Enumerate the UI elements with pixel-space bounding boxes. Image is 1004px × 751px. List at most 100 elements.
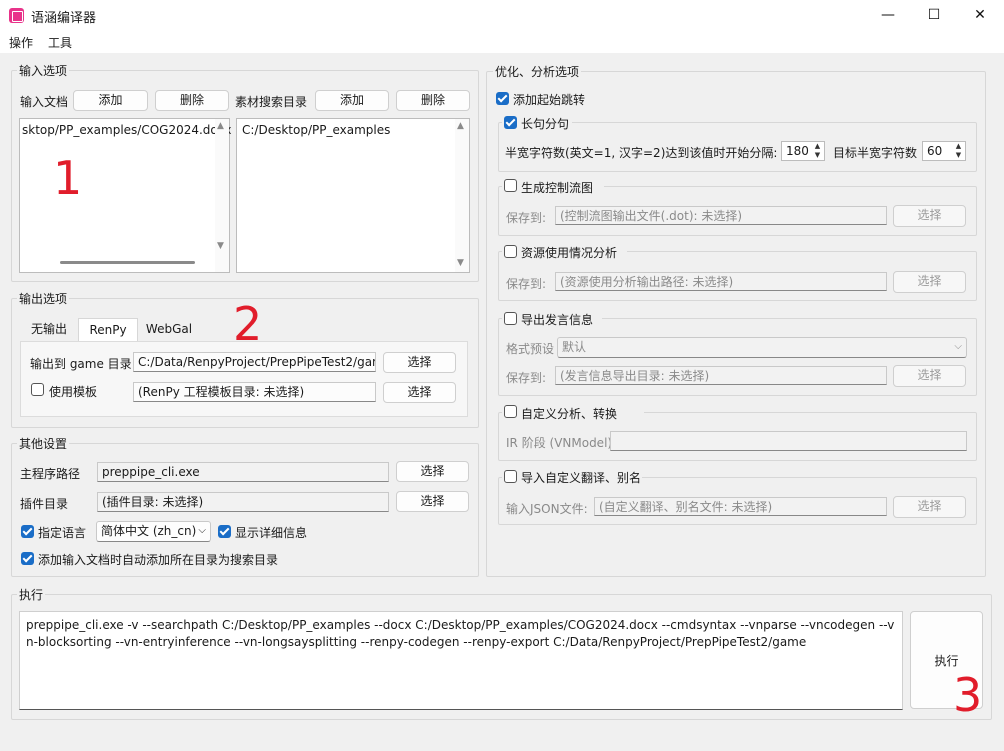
choose-plugin-dir-button[interactable]: 选择 — [396, 491, 469, 512]
plugin-dir-label: 插件目录 — [20, 497, 69, 511]
choose-cfg-button[interactable]: 选择 — [893, 205, 966, 227]
long-split-label: 长句分句 — [521, 117, 570, 131]
specify-language-checkbox[interactable] — [21, 525, 34, 538]
main-path-field[interactable]: preppipe_cli.exe — [97, 462, 389, 482]
plugin-dir-field[interactable]: (插件目录: 未选择) — [97, 492, 389, 512]
annotation-1: 1 — [53, 151, 83, 205]
remove-doc-button[interactable]: 删除 — [155, 90, 229, 111]
resource-checkbox[interactable] — [504, 245, 517, 258]
speech-save-label: 保存到: — [506, 371, 547, 385]
format-preset-label: 格式预设 — [506, 342, 555, 356]
cfg-output-field[interactable]: (控制流图输出文件(.dot): 未选择) — [555, 206, 887, 225]
format-preset-select[interactable]: 默认 ⌵ — [557, 337, 967, 358]
specify-language-label: 指定语言 — [38, 526, 87, 540]
add-search-dir-button[interactable]: 添加 — [315, 90, 389, 111]
spin-up-icon[interactable]: ▲ — [953, 142, 964, 151]
output-options-title: 输出选项 — [17, 290, 70, 307]
window-title: 语涵编译器 — [31, 11, 97, 26]
resource-save-label: 保存到: — [506, 277, 547, 291]
input-docs-label: 输入文档 — [20, 95, 69, 109]
use-template-label: 使用模板 — [49, 385, 98, 399]
verbose-label: 显示详细信息 — [235, 526, 308, 540]
import-checkbox[interactable] — [504, 470, 517, 483]
ir-stage-field[interactable] — [610, 431, 967, 451]
speech-label: 导出发言信息 — [521, 313, 594, 327]
tab-webgal[interactable]: WebGal — [138, 318, 200, 341]
split-threshold-label: 半宽字符数(英文=1, 汉字=2)达到该值时开始分隔: — [505, 146, 778, 160]
scroll-down-icon[interactable]: ▼ — [457, 258, 464, 268]
chevron-down-icon: ⌵ — [954, 341, 962, 352]
target-width-spinbox[interactable]: 60 ▲ ▼ — [922, 141, 966, 161]
vertical-scrollbar[interactable]: ▲ ▼ — [455, 119, 469, 272]
cfg-label: 生成控制流图 — [521, 181, 594, 195]
tab-renpy[interactable]: RenPy — [78, 318, 138, 342]
target-width-value: 60 — [927, 144, 943, 158]
choose-resource-button[interactable]: 选择 — [893, 271, 966, 293]
remove-search-dir-button[interactable]: 删除 — [396, 90, 470, 111]
search-dirs-label: 素材搜索目录 — [235, 95, 308, 109]
choose-speech-button[interactable]: 选择 — [893, 365, 966, 387]
choose-template-button[interactable]: 选择 — [383, 382, 456, 403]
game-dir-label: 输出到 game 目录 — [30, 357, 132, 371]
use-template-checkbox[interactable] — [31, 383, 44, 396]
chevron-down-icon: ⌵ — [198, 525, 206, 536]
horizontal-scrollbar[interactable] — [60, 261, 195, 264]
list-item[interactable]: sktop/PP_examples/COG2024.docx — [22, 123, 231, 137]
spin-up-icon[interactable]: ▲ — [812, 142, 823, 151]
input-docs-list[interactable]: sktop/PP_examples/COG2024.docx ▲ ▼ — [19, 118, 231, 273]
vertical-scrollbar[interactable]: ▲ ▼ — [215, 119, 229, 272]
spin-down-icon[interactable]: ▼ — [953, 151, 964, 160]
close-button[interactable]: ✕ — [957, 0, 1003, 31]
spin-down-icon[interactable]: ▼ — [812, 151, 823, 160]
resource-label: 资源使用情况分析 — [521, 246, 618, 260]
speech-output-field[interactable]: (发言信息导出目录: 未选择) — [555, 366, 887, 385]
resource-output-field[interactable]: (资源使用分析输出路径: 未选择) — [555, 272, 887, 291]
target-width-label: 目标半宽字符数 — [833, 146, 918, 160]
split-threshold-spinbox[interactable]: 180 ▲ ▼ — [781, 141, 825, 161]
menu-bar: 操作 工具 — [0, 31, 1004, 53]
cfg-checkbox[interactable] — [504, 179, 517, 192]
choose-game-dir-button[interactable]: 选择 — [383, 352, 456, 373]
long-split-checkbox[interactable] — [504, 116, 517, 129]
scroll-up-icon[interactable]: ▲ — [217, 121, 224, 131]
custom-analysis-checkbox[interactable] — [504, 405, 517, 418]
game-dir-field[interactable]: C:/Data/RenpyProject/PrepPipeTest2/game — [133, 352, 376, 372]
analysis-options-title: 优化、分析选项 — [493, 63, 582, 80]
speech-checkbox[interactable] — [504, 312, 517, 325]
list-item[interactable]: C:/Desktop/PP_examples — [242, 123, 390, 137]
maximize-button[interactable]: ☐ — [911, 0, 957, 31]
input-options-title: 输入选项 — [17, 62, 70, 79]
menu-tools[interactable]: 工具 — [48, 34, 72, 51]
search-dirs-list[interactable]: C:/Desktop/PP_examples ▲ ▼ — [236, 118, 470, 273]
choose-main-path-button[interactable]: 选择 — [396, 461, 469, 482]
add-start-jump-label: 添加起始跳转 — [513, 93, 586, 107]
auto-add-search-dir-checkbox[interactable] — [21, 552, 34, 565]
verbose-checkbox[interactable] — [218, 525, 231, 538]
minimize-button[interactable]: — — [865, 0, 911, 31]
command-output[interactable]: preppipe_cli.exe -v --searchpath C:/Desk… — [19, 611, 903, 710]
tab-no-output[interactable]: 无输出 — [20, 318, 78, 341]
app-icon — [9, 8, 24, 23]
annotation-3: 3 — [953, 668, 983, 722]
template-dir-field[interactable]: (RenPy 工程模板目录: 未选择) — [133, 382, 376, 402]
main-path-label: 主程序路径 — [20, 467, 81, 481]
auto-add-search-dir-label: 添加输入文档时自动添加所在目录为搜索目录 — [38, 553, 279, 567]
custom-analysis-label: 自定义分析、转换 — [521, 407, 618, 421]
choose-json-button[interactable]: 选择 — [893, 496, 966, 518]
ir-stage-label: IR 阶段 (VNModel) — [506, 436, 613, 450]
other-settings-title: 其他设置 — [17, 435, 70, 452]
scroll-down-icon[interactable]: ▼ — [217, 241, 224, 251]
add-doc-button[interactable]: 添加 — [73, 90, 148, 111]
menu-operate[interactable]: 操作 — [9, 34, 33, 51]
title-bar: 语涵编译器 — ☐ ✕ — [0, 0, 1004, 31]
json-file-field[interactable]: (自定义翻译、别名文件: 未选择) — [594, 497, 887, 516]
import-label: 导入自定义翻译、别名 — [521, 471, 642, 485]
add-start-jump-checkbox[interactable] — [496, 92, 509, 105]
language-value: 简体中文 (zh_cn) — [101, 524, 197, 538]
scroll-up-icon[interactable]: ▲ — [457, 121, 464, 131]
language-select[interactable]: 简体中文 (zh_cn) ⌵ — [96, 521, 211, 542]
execute-title: 执行 — [17, 586, 46, 603]
format-preset-value: 默认 — [562, 340, 587, 354]
json-file-label: 输入JSON文件: — [506, 502, 588, 516]
split-threshold-value: 180 — [786, 144, 809, 158]
